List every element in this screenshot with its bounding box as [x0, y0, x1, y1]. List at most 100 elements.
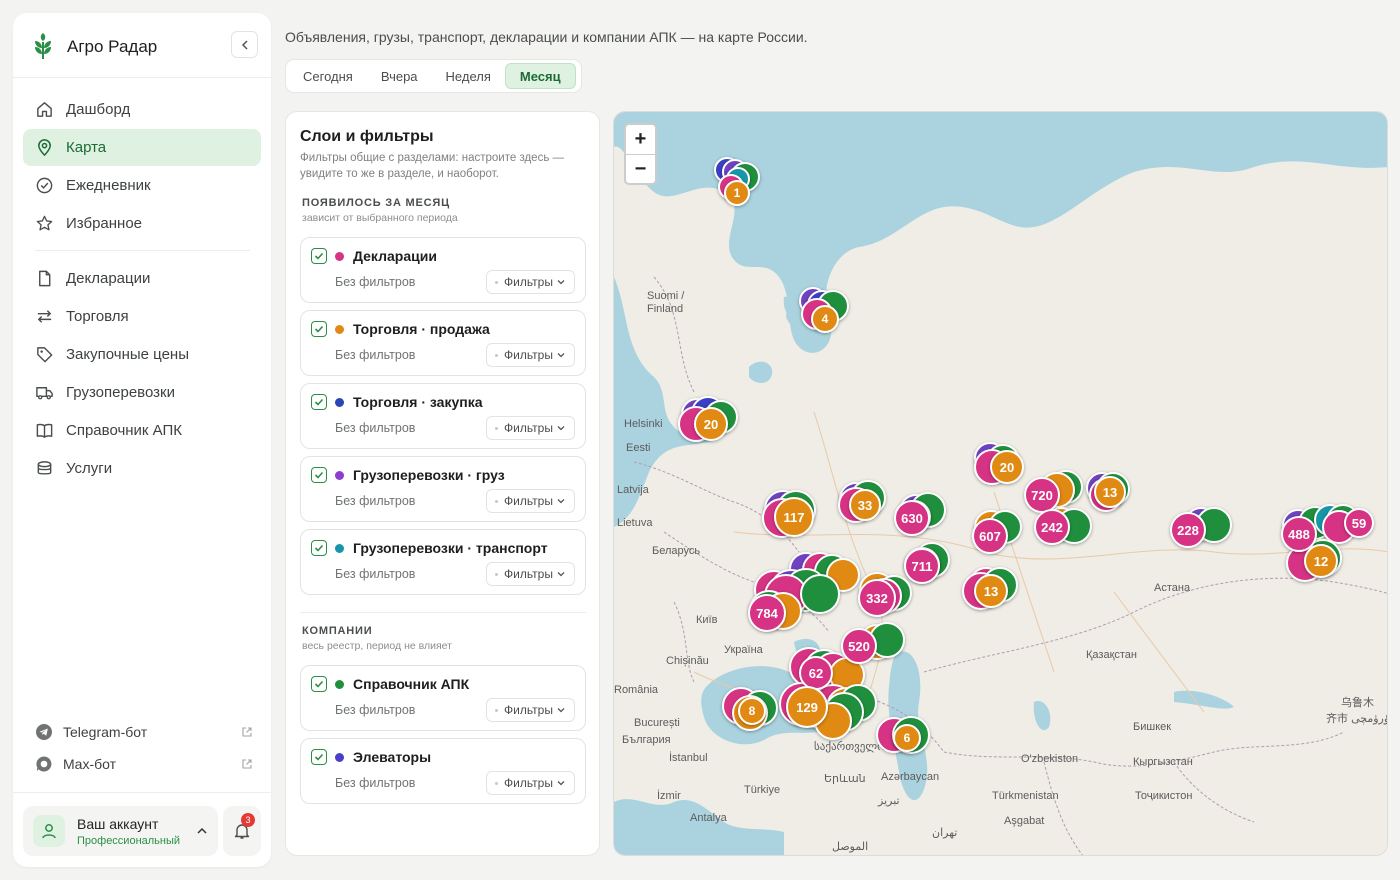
wheat-logo-icon [35, 33, 51, 59]
layer-checkbox[interactable] [311, 540, 327, 556]
map-cluster-marker[interactable]: 520 [841, 628, 877, 664]
layer-filters-dropdown[interactable]: Фильтры [486, 698, 575, 722]
chevron-up-icon [197, 827, 207, 834]
map-cluster-marker[interactable]: 20 [990, 450, 1024, 484]
chevron-down-icon [557, 353, 565, 358]
dot-icon [495, 353, 498, 357]
map-place-label: Україна [724, 644, 763, 656]
layer-filter-status: Без фильтров [335, 348, 416, 362]
map-cluster-marker[interactable]: 720 [1024, 477, 1060, 513]
star-icon [36, 215, 53, 231]
account-name: Ваш аккаунт [77, 816, 159, 832]
map-cluster-marker[interactable]: 13 [974, 574, 1008, 608]
telegram-bot-link[interactable]: Telegram-бот [35, 719, 253, 745]
nav-item-dashboard[interactable]: Дашборд [23, 91, 261, 128]
layer-filter-status: Без фильтров [335, 567, 416, 581]
truck-icon [36, 387, 53, 400]
map-cluster-marker[interactable]: 62 [799, 656, 833, 690]
layer-name: Торговля · закупка [353, 394, 483, 410]
map-cluster-marker[interactable]: 4 [811, 305, 839, 333]
layer-color-dot [335, 544, 344, 553]
layer-checkbox[interactable] [311, 676, 327, 692]
collapse-sidebar-button[interactable] [231, 31, 258, 58]
dot-icon [495, 708, 498, 712]
map-cluster-marker[interactable]: 129 [786, 686, 828, 728]
layer-checkbox[interactable] [311, 248, 327, 264]
layer-filters-dropdown[interactable]: Фильтры [486, 343, 575, 367]
dot-icon [495, 572, 498, 576]
tab-today[interactable]: Сегодня [289, 63, 367, 89]
map-cluster-marker[interactable]: 228 [1170, 512, 1206, 548]
nav-item-trade[interactable]: Торговля [23, 298, 261, 335]
zoom-out-button[interactable]: − [626, 154, 655, 183]
map-cluster-marker[interactable]: 242 [1034, 509, 1070, 545]
max-bot-link[interactable]: Max-бот [35, 751, 253, 777]
nav-item-favorites[interactable]: Избранное [23, 205, 261, 242]
map-cluster-marker[interactable]: 332 [858, 579, 896, 617]
map-cluster-marker[interactable] [800, 574, 840, 614]
tab-month[interactable]: Месяц [504, 63, 576, 89]
map-cluster-marker[interactable]: 630 [894, 500, 930, 536]
layer-name: Справочник АПК [353, 676, 470, 692]
nav-item-freight[interactable]: Грузоперевозки [23, 374, 261, 411]
layer-filters-dropdown[interactable]: Фильтры [486, 489, 575, 513]
account-menu-button[interactable]: Ваш аккаунт Профессиональный [23, 806, 218, 856]
map-cluster-marker[interactable]: 8 [738, 697, 766, 725]
map-cluster-marker[interactable]: 12 [1304, 544, 1338, 578]
map-cluster-marker[interactable]: 711 [904, 548, 940, 584]
dot-icon [495, 499, 498, 503]
nav-item-declarations[interactable]: Декларации [23, 260, 261, 297]
period-tabs: Сегодня Вчера Неделя Месяц [285, 59, 582, 93]
tab-yesterday[interactable]: Вчера [367, 63, 432, 89]
layer-filters-dropdown[interactable]: Фильтры [486, 270, 575, 294]
layer-color-dot [335, 680, 344, 689]
layer-checkbox[interactable] [311, 467, 327, 483]
map-cluster-marker[interactable]: 33 [849, 489, 881, 521]
map[interactable]: + − Suomi / Finland Helsinki Eesti Latvija Li… [613, 111, 1388, 856]
zoom-in-button[interactable]: + [626, 125, 655, 154]
map-cluster-marker[interactable]: 6 [893, 724, 921, 752]
nav-item-purchase-prices[interactable]: Закупочные цены [23, 336, 261, 373]
nav-item-planner[interactable]: Ежедневник [23, 167, 261, 204]
telegram-icon [36, 724, 52, 740]
map-place-label: O'zbekiston [1021, 753, 1079, 765]
section-divider [300, 612, 586, 613]
map-place-label: 乌鲁木 [1341, 697, 1374, 709]
layer-checkbox[interactable] [311, 321, 327, 337]
nav-item-services[interactable]: Услуги [23, 450, 261, 487]
panel-title: Слои и фильтры [300, 128, 434, 145]
map-place-label: Бишкек [1133, 721, 1172, 733]
nav-item-directory[interactable]: Справочник АПК [23, 412, 261, 449]
map-place-label: Астана [1154, 582, 1191, 594]
layer-filters-dropdown[interactable]: Фильтры [486, 562, 575, 586]
map-pin-icon [38, 139, 51, 157]
map-cluster-marker[interactable]: 13 [1094, 476, 1126, 508]
nav-item-map[interactable]: Карта [23, 129, 261, 166]
dot-icon [495, 781, 498, 785]
layer-filters-dropdown[interactable]: Фильтры [486, 416, 575, 440]
layer-filters-dropdown[interactable]: Фильтры [486, 771, 575, 795]
map-cluster-marker[interactable]: 784 [748, 594, 786, 632]
layer-card: Торговля · продажа Без фильтров Фильтры [300, 310, 586, 376]
checkmark-icon [314, 544, 324, 552]
map-cluster-marker[interactable]: 1 [724, 180, 750, 206]
map-cluster-marker[interactable]: 117 [774, 497, 814, 537]
layer-checkbox[interactable] [311, 749, 327, 765]
tab-week[interactable]: Неделя [432, 63, 505, 89]
checkmark-icon [314, 398, 324, 406]
nav-item-label: Закупочные цены [66, 346, 189, 363]
filters-label: Фильтры [504, 494, 553, 508]
nav-item-label: Дашборд [66, 101, 131, 118]
brand-name: Агро Радар [67, 37, 158, 56]
layer-checkbox[interactable] [311, 394, 327, 410]
map-cluster-marker[interactable]: 20 [694, 407, 728, 441]
filters-label: Фильтры [504, 776, 553, 790]
map-place-label: تبریز [878, 795, 900, 807]
chevron-down-icon [557, 426, 565, 431]
map-cluster-marker[interactable]: 607 [972, 518, 1008, 554]
map-cluster-marker[interactable]: 59 [1344, 508, 1374, 538]
map-place-label: Finland [647, 303, 684, 315]
panel-description: Фильтры общие с разделами: настроите зде… [300, 152, 565, 180]
nav-item-label: Грузоперевозки [66, 384, 175, 401]
notifications-button[interactable]: 3 [223, 806, 261, 856]
